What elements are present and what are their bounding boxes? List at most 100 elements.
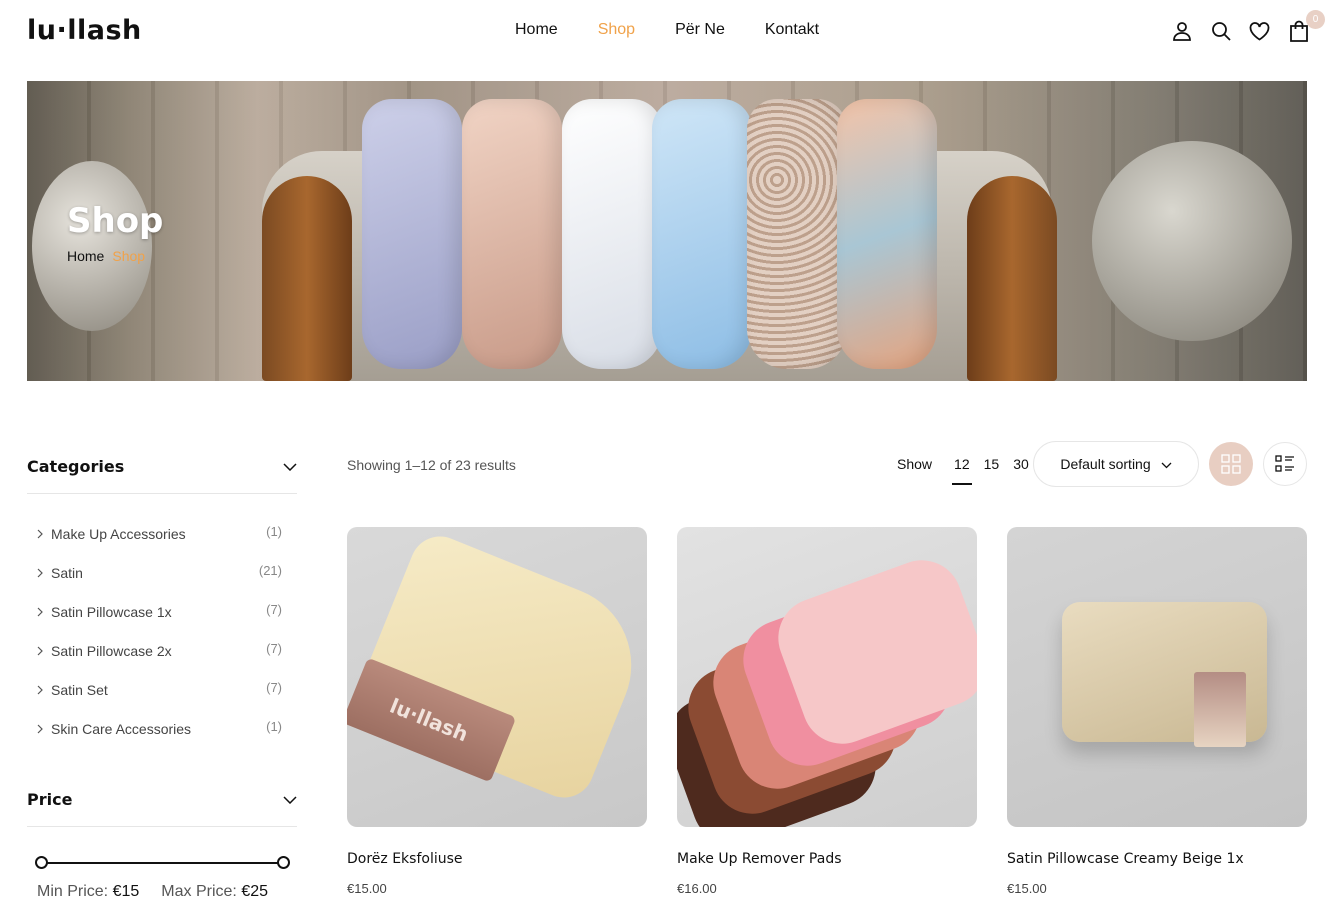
- hero-pillow: [462, 99, 562, 369]
- page-title: Shop: [67, 201, 164, 241]
- cart-count-badge: 0: [1306, 10, 1325, 29]
- packaging-shape: [1194, 672, 1246, 747]
- hero-pillow: [747, 99, 847, 369]
- price-title: Price: [27, 790, 73, 809]
- min-price-label: Min Price:: [37, 883, 109, 900]
- category-item[interactable]: Satin Pillowcase 1x (7): [27, 592, 297, 631]
- category-item[interactable]: Skin Care Accessories (1): [27, 709, 297, 748]
- price-widget: Price Min Price: €15 Max Price: €25: [27, 773, 297, 901]
- heart-icon[interactable]: [1248, 18, 1271, 44]
- price-range-labels: Min Price: €15 Max Price: €25: [37, 883, 297, 901]
- chevron-right-icon: [37, 721, 43, 737]
- nav-home[interactable]: Home: [515, 19, 558, 41]
- chevron-down-icon: [1161, 456, 1172, 472]
- nav-shop[interactable]: Shop: [598, 19, 635, 41]
- chevron-right-icon: [37, 604, 43, 620]
- site-header: lu·llash Home Shop Për Ne Kontakt 0: [0, 0, 1342, 62]
- shop-sidebar: Categories Make Up Accessories (1) Satin…: [27, 440, 297, 901]
- breadcrumb: Home Shop: [67, 247, 145, 265]
- category-name: Satin Set: [51, 681, 108, 698]
- chevron-right-icon: [37, 682, 43, 698]
- cart-icon[interactable]: 0: [1287, 10, 1325, 44]
- sorting-dropdown[interactable]: Default sorting: [1033, 441, 1199, 487]
- category-count: (1): [266, 524, 282, 539]
- product-card[interactable]: Satin Pillowcase Creamy Beige 1x €15.00: [1007, 527, 1307, 896]
- category-name: Satin Pillowcase 2x: [51, 642, 172, 659]
- header-icons: 0: [1170, 10, 1325, 44]
- product-price: €16.00: [677, 881, 717, 896]
- min-price: Min Price: €15: [37, 883, 139, 901]
- hero-pillow: [362, 99, 462, 369]
- chevron-right-icon: [37, 565, 43, 581]
- nav-kontakt[interactable]: Kontakt: [765, 19, 819, 41]
- hero-banner: Shop Home Shop: [27, 81, 1307, 381]
- max-price: Max Price: €25: [161, 883, 268, 901]
- product-name[interactable]: Make Up Remover Pads: [677, 851, 977, 867]
- search-icon[interactable]: [1209, 18, 1232, 44]
- product-price: €15.00: [1007, 881, 1047, 896]
- main-nav: Home Shop Për Ne Kontakt: [515, 19, 819, 41]
- chevron-down-icon[interactable]: [283, 791, 297, 809]
- per-page-option-15[interactable]: 15: [984, 456, 1000, 472]
- categories-header[interactable]: Categories: [27, 440, 297, 494]
- category-item[interactable]: Satin Pillowcase 2x (7): [27, 631, 297, 670]
- result-count: Showing 1–12 of 23 results: [347, 457, 516, 473]
- list-view-button[interactable]: [1263, 442, 1307, 486]
- hero-sofa-arm-left: [262, 176, 352, 381]
- user-icon[interactable]: [1170, 18, 1193, 44]
- hero-pillow: [652, 99, 752, 369]
- chevron-right-icon: [37, 643, 43, 659]
- hero-sofa-arm-right: [967, 176, 1057, 381]
- nav-per-ne[interactable]: Për Ne: [675, 19, 725, 41]
- hero-vase-left: [32, 161, 152, 331]
- grid-icon: [1221, 454, 1241, 474]
- product-image[interactable]: lu·llash: [347, 527, 647, 827]
- category-item[interactable]: Satin (21): [27, 553, 297, 592]
- hero-pillow: [562, 99, 662, 369]
- hero-vase-right: [1092, 141, 1292, 341]
- glove-band-text: lu·llash: [386, 693, 472, 747]
- product-name[interactable]: Dorëz Eksfoliuse: [347, 851, 647, 867]
- category-count: (21): [258, 563, 282, 578]
- category-count: (7): [266, 602, 282, 617]
- product-image[interactable]: [1007, 527, 1307, 827]
- category-name: Make Up Accessories: [51, 525, 186, 542]
- category-item[interactable]: Make Up Accessories (1): [27, 514, 297, 553]
- category-name: Satin: [51, 564, 83, 581]
- max-price-value: €25: [241, 883, 269, 900]
- show-label: Show: [897, 456, 933, 472]
- price-slider-min-handle[interactable]: [35, 856, 48, 869]
- breadcrumb-current: Shop: [112, 248, 146, 264]
- categories-title: Categories: [27, 457, 125, 476]
- grid-view-button[interactable]: [1209, 442, 1253, 486]
- site-logo[interactable]: lu·llash: [27, 14, 142, 48]
- per-page-option-12[interactable]: 12: [952, 456, 972, 485]
- category-count: (1): [266, 719, 282, 734]
- product-name[interactable]: Satin Pillowcase Creamy Beige 1x: [1007, 851, 1307, 867]
- category-list: Make Up Accessories (1) Satin (21) Satin…: [27, 494, 297, 748]
- product-card[interactable]: lu·llash Dorëz Eksfoliuse €15.00: [347, 527, 647, 896]
- category-count: (7): [266, 680, 282, 695]
- list-icon: [1275, 455, 1294, 472]
- breadcrumb-home[interactable]: Home: [67, 247, 104, 265]
- product-image[interactable]: [677, 527, 977, 827]
- sorting-label: Default sorting: [1060, 456, 1151, 472]
- chevron-down-icon[interactable]: [283, 458, 297, 476]
- hero-pillow: [837, 99, 937, 369]
- category-count: (7): [266, 641, 282, 656]
- max-price-label: Max Price:: [161, 883, 237, 900]
- shop-toolbar: Showing 1–12 of 23 results Show 12 15 30…: [347, 441, 1307, 487]
- category-name: Satin Pillowcase 1x: [51, 603, 172, 620]
- product-price: €15.00: [347, 881, 387, 896]
- product-card[interactable]: Make Up Remover Pads €16.00: [677, 527, 977, 896]
- price-header[interactable]: Price: [27, 773, 297, 827]
- category-item[interactable]: Satin Set (7): [27, 670, 297, 709]
- product-grid: lu·llash Dorëz Eksfoliuse €15.00 Make Up…: [347, 527, 1307, 896]
- price-slider-track[interactable]: [35, 856, 290, 869]
- min-price-value: €15: [112, 883, 140, 900]
- per-page-option-30[interactable]: 30: [1013, 456, 1029, 472]
- per-page-selector: Show 12 15 30: [897, 456, 1029, 485]
- chevron-right-icon: [37, 526, 43, 542]
- price-slider-max-handle[interactable]: [277, 856, 290, 869]
- category-name: Skin Care Accessories: [51, 720, 192, 737]
